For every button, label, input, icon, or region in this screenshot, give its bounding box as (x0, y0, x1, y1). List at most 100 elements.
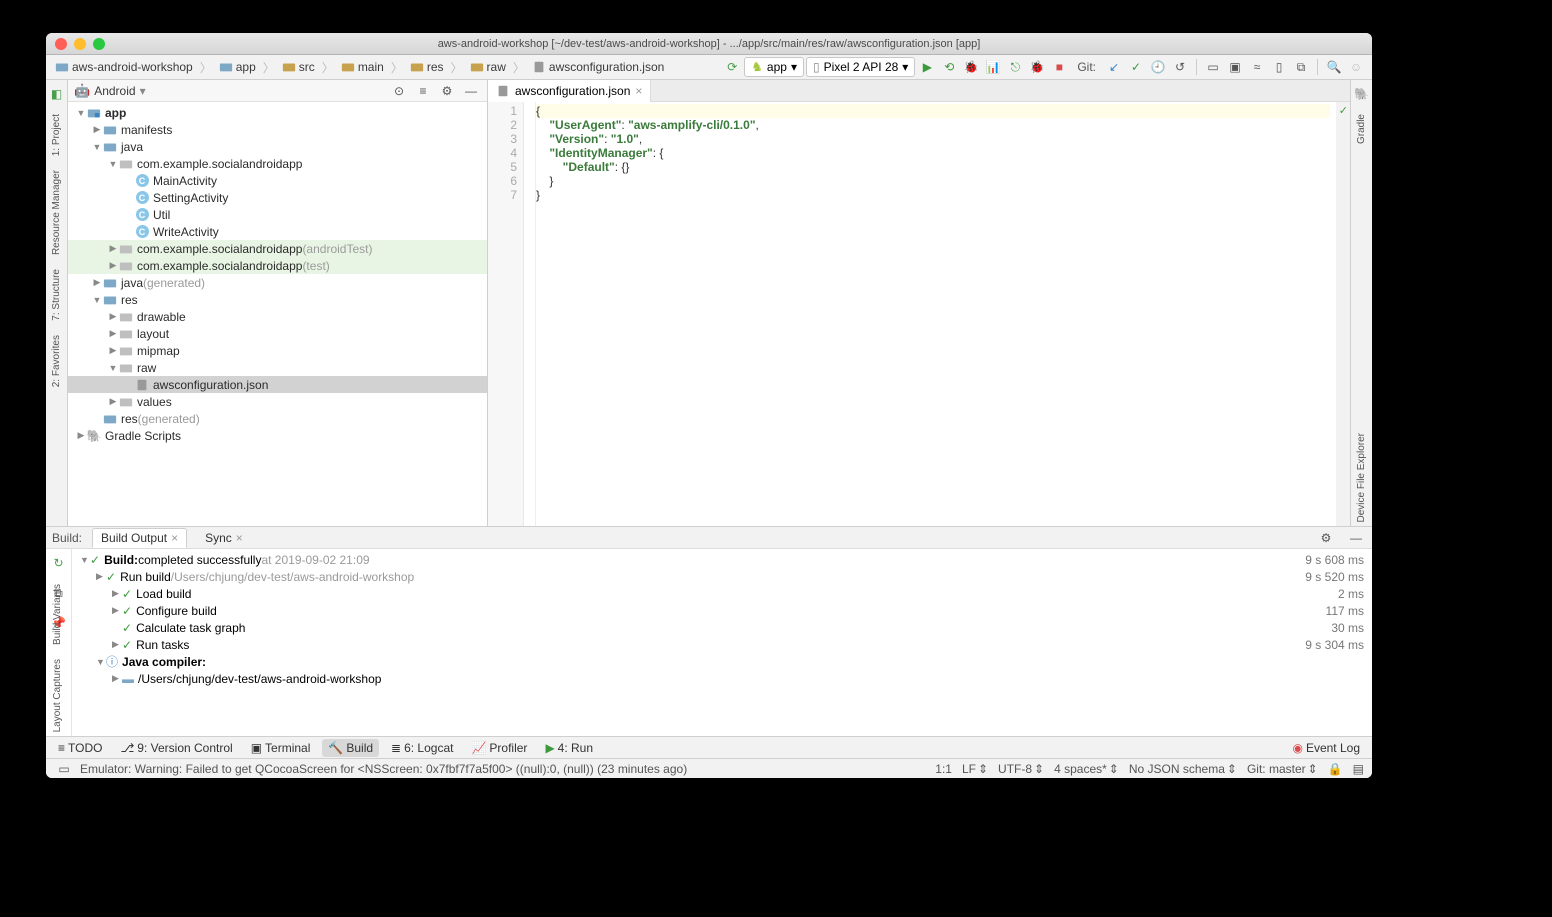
tree-node[interactable]: ▼app (68, 104, 487, 121)
right-tab-device-file-explorer[interactable]: Device File Explorer (1354, 429, 1369, 526)
build-row[interactable]: ▶✓Run tasks9 s 304 ms (80, 636, 1364, 653)
select-opened-file-button[interactable]: ⊙ (389, 81, 409, 101)
tree-node[interactable]: CWriteActivity (68, 223, 487, 240)
code-editor[interactable]: 1234567 { "UserAgent": "aws-amplify-cli/… (488, 102, 1350, 526)
maximize-button[interactable] (93, 38, 105, 50)
git-history-button[interactable]: 🕘 (1148, 57, 1168, 77)
left-tab-resource-manager[interactable]: Resource Manager (49, 166, 64, 259)
terminal-button[interactable]: ▣Terminal (245, 739, 317, 757)
sync-gradle-button[interactable]: ⟳ (722, 57, 742, 77)
editor-tab-awsconfiguration[interactable]: awsconfiguration.json × (488, 80, 651, 102)
hide-panel-button[interactable]: — (461, 81, 481, 101)
avd-manager-button[interactable]: ▭ (1203, 57, 1223, 77)
breadcrumb-root[interactable]: aws-android-workshop (52, 58, 196, 76)
run-button[interactable]: ▶ (917, 57, 937, 77)
tree-node[interactable]: CUtil (68, 206, 487, 223)
build-row[interactable]: ▼ⓘJava compiler: (80, 653, 1364, 670)
caret-position[interactable]: 1:1 (935, 762, 952, 776)
breadcrumb-file[interactable]: awsconfiguration.json (529, 58, 667, 76)
tree-node[interactable]: ▶manifests (68, 121, 487, 138)
close-button[interactable] (55, 38, 67, 50)
tree-node[interactable]: awsconfiguration.json (68, 376, 487, 393)
left-tab-layout-captures[interactable]: Layout Captures (50, 655, 65, 736)
build-row[interactable]: ▶✓Configure build117 ms (80, 602, 1364, 619)
indent-settings[interactable]: 4 spaces* ⇕ (1054, 762, 1119, 776)
event-log-button[interactable]: ◉Event Log (1286, 739, 1366, 757)
breadcrumb-app[interactable]: app (216, 58, 259, 76)
search-button[interactable]: 🔍 (1324, 57, 1344, 77)
tree-node[interactable]: ▶drawable (68, 308, 487, 325)
project-tree[interactable]: ▼app▶manifests▼java▼com.example.socialan… (68, 102, 487, 526)
close-tab-button[interactable]: × (635, 84, 642, 98)
breadcrumb-raw[interactable]: raw (467, 58, 509, 76)
left-tab-favorites[interactable]: 2: Favorites (49, 331, 64, 391)
build-row[interactable]: ▶✓Load build2 ms (80, 585, 1364, 602)
tree-node[interactable]: ▼raw (68, 359, 487, 376)
tree-node[interactable]: ▶com.example.socialandroidapp (androidTe… (68, 240, 487, 257)
project-tool-icon[interactable]: ◧ (47, 84, 67, 104)
tree-node[interactable]: ▶java (generated) (68, 274, 487, 291)
build-row[interactable]: ▶▬/Users/chjung/dev-test/aws-android-wor… (80, 670, 1364, 687)
stop-button[interactable]: ■ (1049, 57, 1069, 77)
logcat-button[interactable]: ≣6: Logcat (385, 739, 459, 757)
version-control-button[interactable]: ⎇9: Version Control (114, 739, 238, 757)
tree-node[interactable]: ▼res (68, 291, 487, 308)
status-bar-toggle-button[interactable]: ▭ (54, 759, 74, 779)
tree-node[interactable]: ▼com.example.socialandroidapp (68, 155, 487, 172)
debug-button[interactable]: 🐞 (961, 57, 981, 77)
tree-node[interactable]: ▶🐘Gradle Scripts (68, 427, 487, 444)
tree-node[interactable]: CSettingActivity (68, 189, 487, 206)
breadcrumb-res[interactable]: res (407, 58, 447, 76)
build-row[interactable]: ▼✓Build: completed successfully at 2019-… (80, 551, 1364, 568)
run-window-button[interactable]: ▶4: Run (539, 739, 599, 757)
tree-node[interactable]: ▶layout (68, 325, 487, 342)
left-tab-structure[interactable]: 7: Structure (49, 265, 64, 325)
json-schema[interactable]: No JSON schema ⇕ (1129, 762, 1237, 776)
tree-node[interactable]: ▶values (68, 393, 487, 410)
git-revert-button[interactable]: ↺ (1170, 57, 1190, 77)
git-branch[interactable]: Git: master ⇕ (1247, 762, 1318, 776)
build-panel-settings-button[interactable]: ⚙ (1316, 528, 1336, 548)
hide-build-panel-button[interactable]: — (1346, 528, 1366, 548)
sync-tab[interactable]: Sync× (197, 529, 251, 547)
code-content[interactable]: { "UserAgent": "aws-amplify-cli/0.1.0", … (536, 102, 1336, 526)
left-tab-build-variants[interactable]: Build Variants (50, 580, 65, 649)
resource-manager-button[interactable]: ≈ (1247, 57, 1267, 77)
build-output-tree[interactable]: ▼✓Build: completed successfully at 2019-… (72, 549, 1372, 736)
left-tab-project[interactable]: 1: Project (49, 110, 64, 160)
lock-icon[interactable]: 🔒 (1328, 762, 1343, 776)
gradle-tool-icon[interactable]: 🐘 (1352, 84, 1372, 104)
debug-attach-button[interactable]: 🐞 (1027, 57, 1047, 77)
attach-debugger-button[interactable]: ⎋ (1005, 57, 1025, 77)
line-separator[interactable]: LF ⇕ (962, 762, 988, 776)
tree-node[interactable]: ▶com.example.socialandroidapp (test) (68, 257, 487, 274)
project-view-selector[interactable]: 🤖Android ▾ (74, 83, 385, 99)
memory-indicator[interactable]: ▤ (1353, 762, 1364, 776)
minimize-button[interactable] (74, 38, 86, 50)
profile-button[interactable]: 📊 (983, 57, 1003, 77)
build-row[interactable]: ✓Calculate task graph30 ms (80, 619, 1364, 636)
git-commit-button[interactable]: ✓ (1126, 57, 1146, 77)
tree-node[interactable]: ▼java (68, 138, 487, 155)
breadcrumb-main[interactable]: main (338, 58, 387, 76)
build-row[interactable]: ▶✓Run build /Users/chjung/dev-test/aws-a… (80, 568, 1364, 585)
run-config-selector[interactable]: ♞app▾ (744, 57, 804, 77)
layout-inspector-button[interactable]: ⧉ (1291, 57, 1311, 77)
tree-node[interactable]: res (generated) (68, 410, 487, 427)
sdk-manager-button[interactable]: ▣ (1225, 57, 1245, 77)
file-encoding[interactable]: UTF-8 ⇕ (998, 762, 1044, 776)
profiler-button[interactable]: 📈Profiler (465, 739, 533, 757)
expand-all-button[interactable]: ≡ (413, 81, 433, 101)
apply-changes-button[interactable]: ⟲ (939, 57, 959, 77)
right-tab-gradle[interactable]: Gradle (1354, 110, 1369, 148)
tree-node[interactable]: CMainActivity (68, 172, 487, 189)
build-rerun-button[interactable]: ↻ (49, 553, 69, 573)
panel-settings-button[interactable]: ⚙ (437, 81, 457, 101)
todo-button[interactable]: ≡TODO (52, 739, 108, 757)
build-button[interactable]: 🔨Build (322, 739, 379, 757)
user-button[interactable]: ☺ (1346, 57, 1366, 77)
tree-node[interactable]: ▶mipmap (68, 342, 487, 359)
breadcrumb-src[interactable]: src (279, 58, 318, 76)
build-output-tab[interactable]: Build Output× (92, 528, 187, 548)
git-update-button[interactable]: ↙ (1104, 57, 1124, 77)
